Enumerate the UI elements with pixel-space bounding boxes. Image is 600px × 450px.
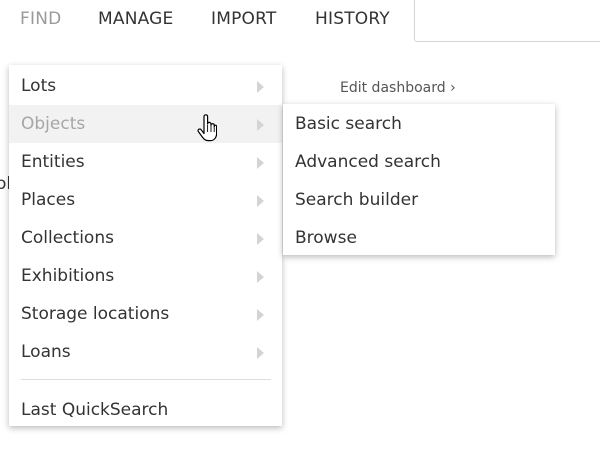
- objects-submenu: Basic search Advanced search Search buil…: [283, 104, 555, 255]
- chevron-right-icon: [257, 271, 264, 283]
- app-page: FIND MANAGE IMPORT HISTORY Edit dashboar…: [0, 0, 600, 450]
- menu-item-last-quicksearch[interactable]: Last QuickSearch: [9, 391, 282, 429]
- menu-item-objects[interactable]: Objects: [9, 105, 282, 143]
- tab-manage[interactable]: MANAGE: [98, 9, 173, 29]
- menu-item-storage-locations[interactable]: Storage locations: [9, 295, 282, 333]
- tab-import[interactable]: IMPORT: [211, 9, 276, 29]
- tab-history[interactable]: HISTORY: [315, 9, 390, 29]
- submenu-item-label: Search builder: [295, 190, 419, 210]
- chevron-right-icon: [257, 309, 264, 321]
- menu-item-label: Storage locations: [21, 304, 170, 324]
- menu-item-label: Collections: [21, 228, 114, 248]
- menu-item-label: Last QuickSearch: [21, 400, 169, 420]
- menu-item-label: Lots: [21, 76, 57, 96]
- menu-item-exhibitions[interactable]: Exhibitions: [9, 257, 282, 295]
- menu-item-label: Exhibitions: [21, 266, 115, 286]
- submenu-item-label: Browse: [295, 228, 357, 248]
- menu-item-label: Entities: [21, 152, 85, 172]
- menu-item-places[interactable]: Places: [9, 181, 282, 219]
- menu-divider: [21, 379, 271, 380]
- submenu-item-browse[interactable]: Browse: [283, 219, 555, 257]
- submenu-item-label: Basic search: [295, 114, 402, 134]
- chevron-right-icon: [257, 195, 264, 207]
- top-navigation: FIND MANAGE IMPORT HISTORY: [0, 0, 600, 43]
- edit-dashboard-link[interactable]: Edit dashboard ›: [340, 80, 456, 96]
- submenu-item-search-builder[interactable]: Search builder: [283, 181, 555, 219]
- find-dropdown-menu: Lots Objects Entities Places Collections…: [9, 65, 282, 426]
- menu-item-collections[interactable]: Collections: [9, 219, 282, 257]
- chevron-right-icon: [257, 233, 264, 245]
- chevron-right-icon: [257, 347, 264, 359]
- menu-item-entities[interactable]: Entities: [9, 143, 282, 181]
- menu-item-label: Places: [21, 190, 76, 210]
- submenu-item-basic-search[interactable]: Basic search: [283, 105, 555, 143]
- chevron-right-icon: [257, 81, 264, 93]
- menu-item-label: Objects: [21, 114, 86, 134]
- submenu-item-advanced-search[interactable]: Advanced search: [283, 143, 555, 181]
- chevron-right-icon: [257, 119, 264, 131]
- menu-item-loans[interactable]: Loans: [9, 333, 282, 371]
- chevron-right-icon: [257, 157, 264, 169]
- tab-find[interactable]: FIND: [20, 9, 61, 29]
- quick-search-input[interactable]: [414, 0, 600, 42]
- submenu-item-label: Advanced search: [295, 152, 441, 172]
- menu-item-label: Loans: [21, 342, 71, 362]
- menu-item-lots[interactable]: Lots: [9, 67, 282, 105]
